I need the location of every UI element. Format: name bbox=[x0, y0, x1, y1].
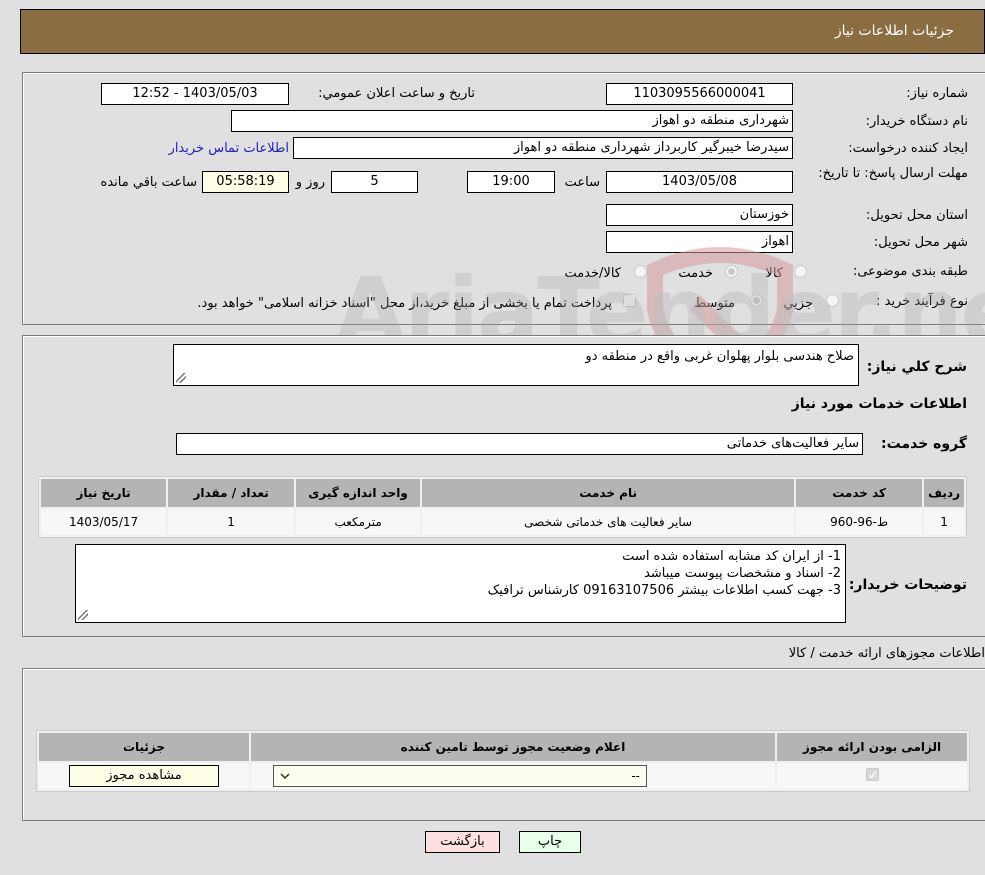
table-row: 1 ط-96-960 سایر فعالیت های خدماتی شخصی م… bbox=[41, 509, 964, 535]
category-radio-service[interactable] bbox=[725, 265, 738, 278]
services-table: ردیف کد خدمت نام خدمت واحد اندازه گیری ت… bbox=[38, 476, 967, 538]
process-option-medium: متوسط bbox=[694, 296, 735, 311]
category-label: طبقه بندی موضوعی: bbox=[852, 264, 968, 279]
deadline-date-field: 1403/05/08 bbox=[606, 171, 793, 193]
deadline-time-label: ساعت bbox=[564, 175, 600, 190]
cell-quantity: 1 bbox=[168, 509, 295, 535]
permit-required-checkbox[interactable] bbox=[865, 768, 879, 781]
col-quantity: تعداد / مقدار bbox=[168, 479, 295, 507]
summary-label: شرح کلي نیاز: bbox=[866, 359, 967, 375]
cell-permit-required bbox=[777, 763, 967, 789]
buyer-org-label: نام دستگاه خريدار: bbox=[865, 114, 968, 129]
buyer-notes-label: توضیحات خریدار: bbox=[848, 577, 967, 593]
category-option-service: خدمت bbox=[678, 266, 713, 281]
buyer-note-line: 3- جهت کسب اطلاعات بیشتر 09163107506 کار… bbox=[487, 583, 841, 598]
days-remaining-field: 5 bbox=[331, 171, 418, 193]
remaining-label: ساعت باقي مانده bbox=[100, 175, 197, 190]
cell-row: 1 bbox=[924, 509, 964, 535]
col-permit-details: جزئیات bbox=[39, 733, 249, 761]
deadline-time-field: 19:00 bbox=[467, 171, 555, 193]
process-option-minor: جزيي bbox=[783, 296, 813, 311]
col-unit: واحد اندازه گیری bbox=[296, 479, 421, 507]
treasury-note: پرداخت تمام یا بخشی از مبلغ خرید،از محل … bbox=[197, 296, 612, 311]
service-group-field: سایر فعالیت‌های خدماتی bbox=[176, 433, 863, 455]
buyer-note-line: 1- از ایران کد مشابه استفاده شده است bbox=[622, 549, 841, 564]
permit-status-select[interactable]: -- bbox=[273, 765, 647, 787]
col-permit-status: اعلام وضعیت مجوز توسط تامین کننده bbox=[251, 733, 775, 761]
page-title: جزئیات اطلاعات نیاز bbox=[834, 23, 954, 39]
summary-text: صلاح هندسی بلوار پهلوان غربی واقع در منط… bbox=[585, 349, 854, 364]
permits-table: الزامی بودن ارائه مجوز اعلام وضعیت مجوز … bbox=[36, 730, 970, 792]
buyer-org-field: شهرداری منطقه دو اهواز bbox=[231, 110, 793, 132]
summary-textarea[interactable]: صلاح هندسی بلوار پهلوان غربی واقع در منط… bbox=[173, 344, 859, 386]
resize-grip-icon[interactable] bbox=[78, 610, 88, 620]
announce-field: 1403/05/03 - 12:52 bbox=[101, 83, 289, 105]
permits-table-header: الزامی بودن ارائه مجوز اعلام وضعیت مجوز … bbox=[39, 733, 967, 761]
page-header: جزئیات اطلاعات نیاز bbox=[20, 9, 985, 54]
view-permit-button[interactable]: مشاهده مجوز bbox=[69, 765, 219, 787]
province-label: استان محل تحویل: bbox=[866, 208, 968, 223]
process-radio-minor[interactable] bbox=[826, 294, 839, 307]
cell-service-name: سایر فعالیت های خدماتی شخصی bbox=[422, 509, 795, 535]
col-permit-required: الزامی بودن ارائه مجوز bbox=[777, 733, 967, 761]
buyer-notes-textarea[interactable]: 1- از ایران کد مشابه استفاده شده است 2- … bbox=[75, 544, 846, 623]
creator-label: ایجاد کننده درخواست: bbox=[848, 141, 968, 156]
days-label: روز و bbox=[295, 175, 325, 190]
process-radio-medium[interactable] bbox=[750, 294, 763, 307]
back-button[interactable]: بازگشت bbox=[425, 831, 500, 853]
services-title: اطلاعات خدمات مورد نیاز bbox=[791, 396, 967, 412]
process-label: نوع فرآیند خرید : bbox=[876, 294, 968, 309]
treasury-checkbox[interactable] bbox=[623, 294, 636, 307]
col-row: ردیف bbox=[924, 479, 964, 507]
table-row: -- مشاهده مجوز bbox=[39, 763, 967, 789]
category-option-goods: کالا bbox=[765, 266, 783, 281]
need-number-field: 1103095566000041 bbox=[606, 83, 793, 105]
cell-permit-status: -- bbox=[251, 763, 775, 789]
need-number-label: شماره نیاز: bbox=[906, 86, 968, 101]
cell-need-date: 1403/05/17 bbox=[41, 509, 167, 535]
buyer-note-line: 2- اسناد و مشخصات پیوست میباشد bbox=[644, 566, 841, 581]
province-field: خوزستان bbox=[606, 204, 793, 226]
cell-unit: مترمکعب bbox=[296, 509, 421, 535]
resize-grip-icon[interactable] bbox=[176, 373, 186, 383]
print-button[interactable]: چاپ bbox=[519, 831, 581, 853]
permit-status-value: -- bbox=[631, 769, 640, 783]
city-label: شهر محل تحویل: bbox=[873, 235, 968, 250]
service-group-label: گروه خدمت: bbox=[881, 436, 967, 452]
deadline-label: مهلت ارسال پاسخ: تا تاریخ: bbox=[818, 166, 968, 181]
check-icon bbox=[867, 770, 877, 779]
remaining-time-field: 05:58:19 bbox=[202, 171, 289, 193]
contact-info-link[interactable]: اطلاعات تماس خریدار bbox=[169, 141, 289, 156]
permits-title: اطلاعات مجوزهای ارائه خدمت / کالا bbox=[788, 646, 985, 661]
category-option-goods-service: کالا/خدمت bbox=[564, 266, 621, 281]
category-radio-goods-service[interactable] bbox=[634, 265, 647, 278]
chevron-down-icon bbox=[280, 773, 290, 779]
col-service-name: نام خدمت bbox=[422, 479, 795, 507]
cell-permit-details: مشاهده مجوز bbox=[39, 763, 249, 789]
announce-label: تاریخ و ساعت اعلان عمومي: bbox=[318, 86, 475, 101]
services-table-header: ردیف کد خدمت نام خدمت واحد اندازه گیری ت… bbox=[41, 479, 964, 507]
cell-service-code: ط-96-960 bbox=[796, 509, 923, 535]
city-field: اهواز bbox=[606, 231, 793, 253]
col-service-code: کد خدمت bbox=[796, 479, 923, 507]
category-radio-goods[interactable] bbox=[794, 265, 807, 278]
col-need-date: تاریخ نیاز bbox=[41, 479, 167, 507]
creator-field: سیدرضا خیبرگیر کاربرداز شهرداری منطقه دو… bbox=[293, 137, 793, 159]
